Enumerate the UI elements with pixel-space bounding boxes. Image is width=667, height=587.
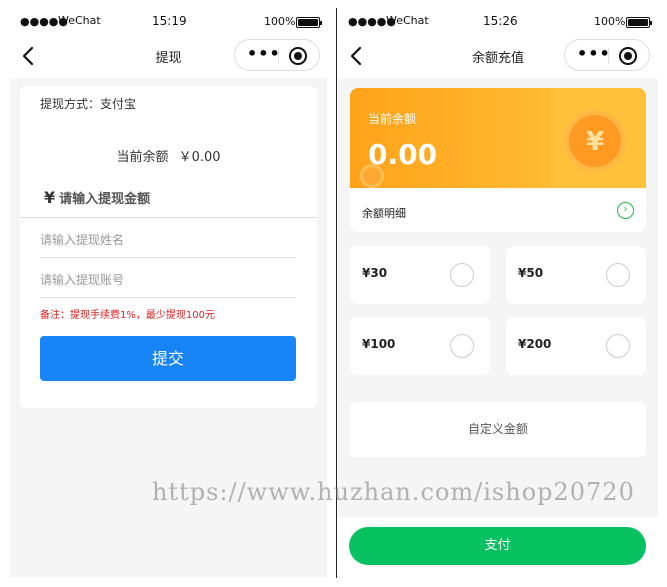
status-bar: ●●●●● WeChat 15:19 100% bbox=[10, 10, 327, 34]
custom-amount-button[interactable]: 自定义金额 bbox=[350, 402, 646, 457]
current-balance: 当前余额 ￥0.00 bbox=[20, 146, 317, 165]
amount-option-label: ¥200 bbox=[518, 337, 552, 351]
pay-button[interactable]: 支付 bbox=[349, 527, 646, 565]
amount-input[interactable]: ¥ 请输入提现金额 bbox=[44, 188, 150, 207]
account-field[interactable]: 请输入提现账号 bbox=[40, 258, 296, 298]
radio-icon[interactable] bbox=[450, 334, 474, 358]
radio-icon[interactable] bbox=[606, 263, 630, 287]
carrier-label: WeChat bbox=[58, 14, 101, 27]
amount-option-label: ¥30 bbox=[362, 266, 388, 280]
submit-button[interactable]: 提交 bbox=[40, 336, 296, 381]
balance-value: 0.00 bbox=[368, 138, 438, 171]
balance-label: 当前余额 bbox=[368, 112, 417, 126]
status-time: 15:19 bbox=[152, 14, 187, 28]
mini-program-capsule: ••• bbox=[234, 39, 320, 71]
target-icon[interactable] bbox=[619, 47, 637, 65]
ellipsis-icon[interactable]: ••• bbox=[577, 44, 611, 63]
amount-option-label: ¥50 bbox=[518, 266, 544, 280]
battery-percent: 100% bbox=[264, 15, 296, 28]
balance-label: 当前余额 bbox=[116, 150, 169, 165]
balance-detail-link[interactable]: 余额明细 bbox=[362, 205, 406, 221]
amount-option-label: ¥100 bbox=[362, 337, 396, 351]
balance-card: ¥ 当前余额 0.00 余额明细 › bbox=[350, 88, 646, 232]
target-icon[interactable] bbox=[289, 47, 307, 65]
yen-icon: ¥ bbox=[44, 188, 56, 207]
withdraw-form-card: 提现方式：支付宝 当前余额 ￥0.00 ¥ 请输入提现金额 请输入提现姓名 请输入… bbox=[20, 86, 317, 408]
name-field[interactable]: 请输入提现姓名 bbox=[40, 218, 296, 258]
status-time: 15:26 bbox=[483, 14, 518, 28]
bottom-bar: 支付 bbox=[338, 517, 658, 577]
withdraw-method: 提现方式：支付宝 bbox=[40, 97, 137, 111]
balance-banner: ¥ 当前余额 0.00 bbox=[350, 88, 646, 188]
battery-icon bbox=[296, 17, 322, 28]
fee-note: 备注：提现手续费1%，最少提现100元 bbox=[40, 310, 215, 321]
amount-option[interactable]: ¥200 bbox=[506, 317, 646, 375]
battery-percent: 100% bbox=[594, 15, 626, 28]
amount-option[interactable]: ¥100 bbox=[350, 317, 490, 375]
amount-placeholder: 请输入提现金额 bbox=[59, 192, 151, 207]
radio-icon[interactable] bbox=[606, 334, 630, 358]
mini-program-capsule: ••• bbox=[564, 39, 650, 71]
chevron-right-icon[interactable]: › bbox=[617, 202, 634, 219]
battery-icon bbox=[626, 17, 652, 28]
watermark: https://www.huzhan.com/ishop20720 bbox=[152, 478, 635, 506]
carrier-label: WeChat bbox=[386, 14, 429, 27]
amount-option[interactable]: ¥30 bbox=[350, 246, 490, 304]
nav-bar: 提现 ••• bbox=[10, 34, 327, 78]
balance-value: ￥0.00 bbox=[178, 150, 221, 165]
status-bar: ●●●●● WeChat 15:26 100% bbox=[338, 10, 658, 34]
capsule-divider bbox=[278, 48, 279, 64]
ellipsis-icon[interactable]: ••• bbox=[247, 44, 281, 63]
amount-option[interactable]: ¥50 bbox=[506, 246, 646, 304]
screenshot-frame: ●●●●● WeChat 15:19 100% 提现 ••• 提现方式：支付宝 … bbox=[0, 0, 667, 587]
radio-icon[interactable] bbox=[450, 263, 474, 287]
coin-icon: ¥ bbox=[564, 110, 626, 172]
capsule-divider bbox=[608, 48, 609, 64]
nav-bar: 余额充值 ••• bbox=[338, 34, 658, 78]
